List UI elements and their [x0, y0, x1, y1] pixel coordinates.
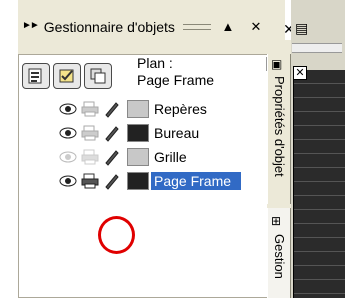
eye-icon[interactable]: [57, 123, 79, 143]
pencil-icon[interactable]: [101, 99, 123, 119]
edit-across-layers-button[interactable]: [53, 63, 81, 89]
plan-label: Plan :: [137, 55, 173, 71]
tab-label: Gestion: [272, 234, 287, 279]
eye-icon[interactable]: [57, 99, 79, 119]
printer-icon[interactable]: [79, 123, 101, 143]
plan-value: Page Frame: [137, 72, 215, 88]
left-margin: [0, 0, 18, 298]
layer-color-swatch[interactable]: [127, 148, 149, 166]
tab-object-properties[interactable]: ▣ Propriétés d'objet: [267, 54, 291, 204]
show-properties-button[interactable]: [22, 63, 50, 89]
tab-label: Propriétés d'objet: [272, 76, 287, 177]
close-docker-button[interactable]: ✕: [247, 18, 265, 36]
no-color-swatch[interactable]: ✕: [293, 66, 307, 80]
docker-tabs: ▣ Propriétés d'objet ⊞ Gestion: [267, 40, 291, 298]
pencil-icon[interactable]: [101, 147, 123, 167]
printer-icon[interactable]: [79, 99, 101, 119]
palette-swatches[interactable]: [293, 70, 345, 298]
layer-manager-view-button[interactable]: [84, 63, 112, 89]
printer-icon[interactable]: [79, 147, 101, 167]
tab-object-manager[interactable]: ⊞ Gestion: [267, 208, 291, 298]
layers-properties-icon: [28, 68, 42, 84]
layer-color-swatch[interactable]: [127, 124, 149, 142]
collapse-arrows-icon[interactable]: ►►: [22, 20, 40, 31]
annotation-highlight-circle: [98, 216, 135, 254]
eye-icon[interactable]: [57, 171, 79, 191]
layer-name[interactable]: Repères: [151, 100, 210, 118]
layer-color-swatch[interactable]: [127, 100, 149, 118]
edit-layers-icon: [59, 69, 74, 83]
object-manager-content: Plan : Page Frame ▸ Repères: [18, 54, 281, 298]
layer-row[interactable]: Repères: [57, 98, 210, 120]
manager-tab-icon: ⊞: [271, 214, 282, 228]
layer-name[interactable]: Bureau: [151, 124, 202, 142]
palette-icon: ▤: [295, 20, 309, 36]
palette-scroll-arrow[interactable]: [292, 43, 342, 53]
layer-name[interactable]: Grille: [151, 148, 190, 166]
layer-manager-icon: [90, 68, 106, 84]
printer-icon[interactable]: [79, 171, 101, 191]
layer-row-selected[interactable]: Page Frame: [57, 170, 241, 192]
layer-color-swatch[interactable]: [127, 172, 149, 190]
color-palette-strip: ▤ ✕: [291, 0, 345, 298]
docker-title: Gestionnaire d'objets: [43, 18, 175, 35]
object-manager-docker: ►► Gestionnaire d'objets ▲ ✕ Plan : Page…: [18, 0, 285, 298]
pencil-icon[interactable]: [101, 123, 123, 143]
eye-icon[interactable]: [57, 147, 79, 167]
grip-handle[interactable]: [182, 23, 211, 30]
layer-row[interactable]: Grille: [57, 146, 190, 168]
layer-row[interactable]: Bureau: [57, 122, 202, 144]
properties-tab-icon: ▣: [271, 57, 283, 71]
pencil-icon[interactable]: [101, 171, 123, 191]
pin-button[interactable]: ▲: [219, 18, 237, 36]
layer-name[interactable]: Page Frame: [151, 172, 241, 190]
docker-titlebar: ►► Gestionnaire d'objets ▲ ✕: [18, 0, 285, 54]
